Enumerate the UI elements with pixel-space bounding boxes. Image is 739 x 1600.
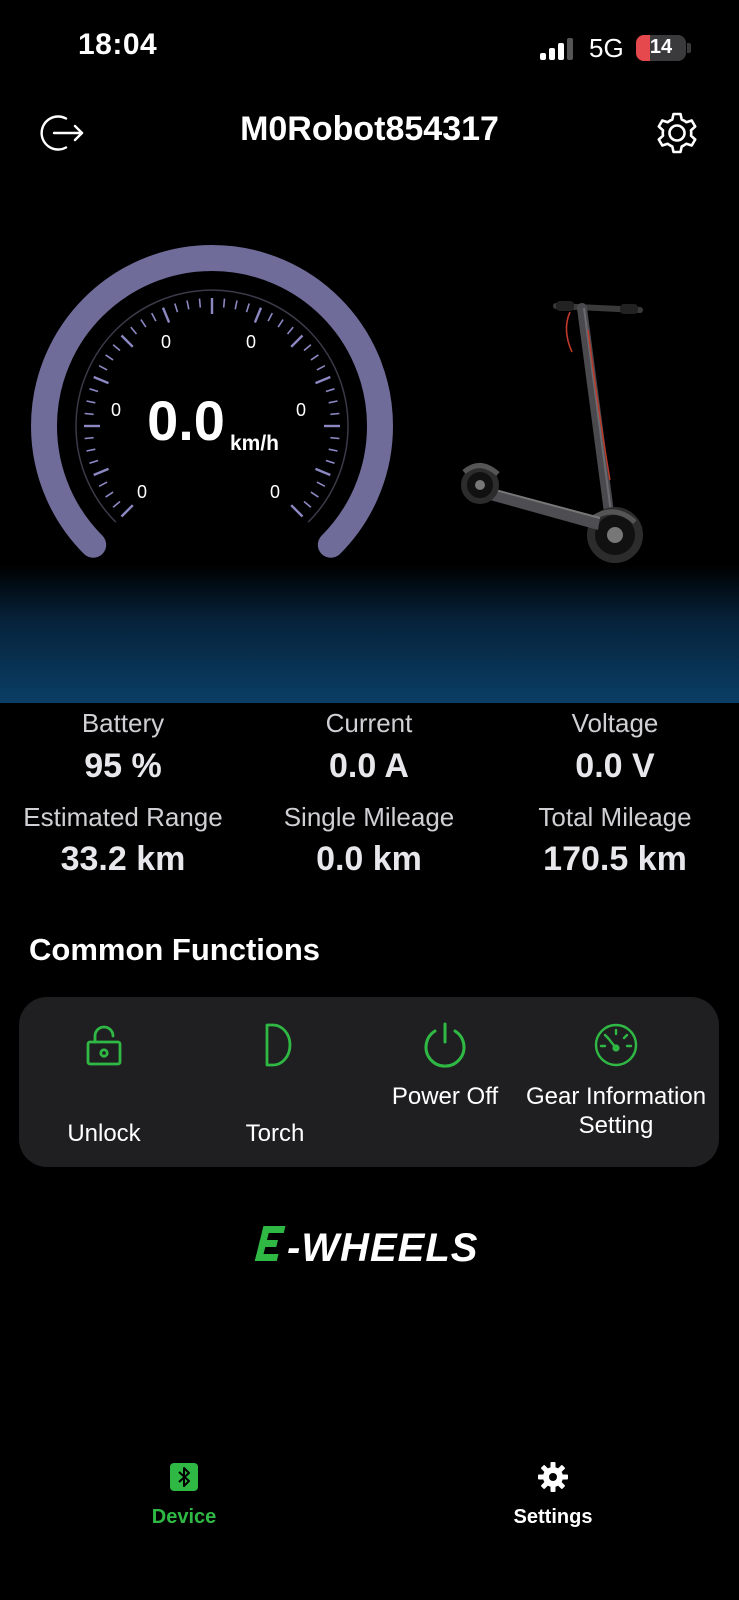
torch-label: Torch xyxy=(245,1120,305,1147)
speedometer-tick xyxy=(253,307,263,323)
torch-button[interactable]: Torch xyxy=(190,1022,360,1147)
speedometer-tick xyxy=(316,364,326,371)
speedometer-tick xyxy=(174,303,179,313)
stat-label-voltage: Voltage xyxy=(571,708,659,738)
speedometer-tick xyxy=(330,436,340,440)
stat-label-estimated-range: Estimated Range xyxy=(23,802,223,832)
stat-label-total-mileage: Total Mileage xyxy=(538,802,692,832)
section-title: Common Functions xyxy=(29,932,321,967)
speedometer-tick xyxy=(112,344,121,352)
battery-cap xyxy=(687,43,691,53)
speedometer-tick xyxy=(105,354,114,361)
speedometer-tick xyxy=(234,300,238,310)
svg-text:-WHEELS: -WHEELS xyxy=(287,1226,478,1270)
stat-value-total-mileage: 170.5 km xyxy=(543,840,687,878)
stat-value-current: 0.0 A xyxy=(328,747,409,785)
speed-tick-label: 0 xyxy=(161,332,171,352)
speedometer-tick xyxy=(84,412,94,416)
bluetooth-icon xyxy=(170,1463,198,1491)
speedometer-tick xyxy=(130,326,138,335)
speedometer-tick xyxy=(89,459,99,464)
speed-tick-label: 0 xyxy=(111,400,121,420)
speed-tick-label: 0 xyxy=(270,482,280,502)
nav-settings[interactable]: Settings xyxy=(473,1460,633,1529)
battery-level: 14 xyxy=(649,36,673,58)
page-title: M0Robot854317 xyxy=(240,110,499,148)
gear-information-setting-button[interactable]: Gear Information Setting xyxy=(526,1022,706,1139)
power-icon xyxy=(424,1022,466,1068)
speedometer-tick xyxy=(245,303,250,313)
nav-device[interactable]: Device xyxy=(104,1460,264,1529)
stat-value-battery: 95 % xyxy=(84,747,162,785)
speedometer-tick xyxy=(310,491,319,498)
speedometer-tick xyxy=(222,298,226,308)
stat-label-current: Current xyxy=(325,708,413,738)
nav-settings-label: Settings xyxy=(513,1506,593,1528)
power-off-button[interactable]: Power Off xyxy=(360,1022,530,1110)
network-type: 5G xyxy=(589,33,624,63)
speedometer-tick xyxy=(105,491,114,498)
stat-value-single-mileage: 0.0 km xyxy=(316,840,422,878)
battery-icon: 14 xyxy=(636,35,686,61)
speedometer-tick xyxy=(140,319,147,328)
speedometer-tick xyxy=(93,375,109,385)
speedometer-tick xyxy=(120,504,134,518)
speedometer-tick xyxy=(290,334,304,348)
gear-icon xyxy=(538,1462,568,1492)
speedometer: 0 0 0 0 0 0 0.0 km/h xyxy=(20,240,410,580)
speedometer-tick xyxy=(328,448,338,452)
e-wheels-logo: -WHEELS xyxy=(0,1220,739,1270)
settings-button[interactable] xyxy=(650,106,704,160)
speedometer-tick xyxy=(303,500,312,508)
gear-information-setting-label: Gear Information Setting xyxy=(525,1083,707,1139)
speed-value: 0.0 xyxy=(147,389,225,452)
status-time: 18:04 xyxy=(78,28,158,61)
speedometer-tick xyxy=(120,334,134,348)
speedometer-tick xyxy=(328,400,338,404)
speedometer-tick xyxy=(290,504,304,518)
speed-tick-label: 0 xyxy=(137,482,147,502)
speedometer-tick xyxy=(330,412,340,416)
stat-value-estimated-range: 33.2 km xyxy=(60,840,186,878)
speedometer-icon xyxy=(594,1023,638,1067)
torch-icon xyxy=(265,1023,292,1067)
speedometer-tick xyxy=(198,298,202,308)
speedometer-tick xyxy=(315,375,331,385)
stat-label-single-mileage: Single Mileage xyxy=(283,802,455,832)
speedometer-tick xyxy=(310,354,319,361)
speedometer-tick xyxy=(98,364,108,371)
cellular-signal-icon xyxy=(540,38,576,60)
speedometer-tick xyxy=(325,459,335,464)
speedometer-tick xyxy=(161,307,171,323)
speedometer-tick xyxy=(286,326,294,335)
speedometer-tick xyxy=(86,400,96,404)
unlock-button[interactable]: Unlock xyxy=(19,1022,189,1147)
speed-tick-label: 0 xyxy=(296,400,306,420)
speedometer-tick xyxy=(267,312,274,322)
speedometer-tick xyxy=(112,500,121,508)
speed-unit: km/h xyxy=(230,432,279,455)
speedometer-tick xyxy=(186,300,190,310)
gear-icon xyxy=(657,112,697,154)
speedometer-tick xyxy=(277,319,284,328)
speedometer-tick xyxy=(89,388,99,393)
speedometer-tick xyxy=(315,467,331,477)
speedometer-tick xyxy=(93,467,109,477)
unlock-icon xyxy=(86,1025,122,1066)
nav-device-label: Device xyxy=(151,1506,217,1528)
speedometer-tick xyxy=(86,448,96,452)
speed-tick-label: 0 xyxy=(246,332,256,352)
speedometer-tick xyxy=(84,436,94,440)
speedometer-tick xyxy=(150,312,157,322)
scooter-image xyxy=(460,290,660,580)
stat-label-battery: Battery xyxy=(81,708,165,738)
speedometer-tick xyxy=(303,344,312,352)
speedometer-tick xyxy=(98,481,108,488)
speedometer-tick xyxy=(316,481,326,488)
dashboard-glow xyxy=(0,565,739,703)
stat-value-voltage: 0.0 V xyxy=(575,747,655,785)
speedometer-tick xyxy=(325,388,335,393)
